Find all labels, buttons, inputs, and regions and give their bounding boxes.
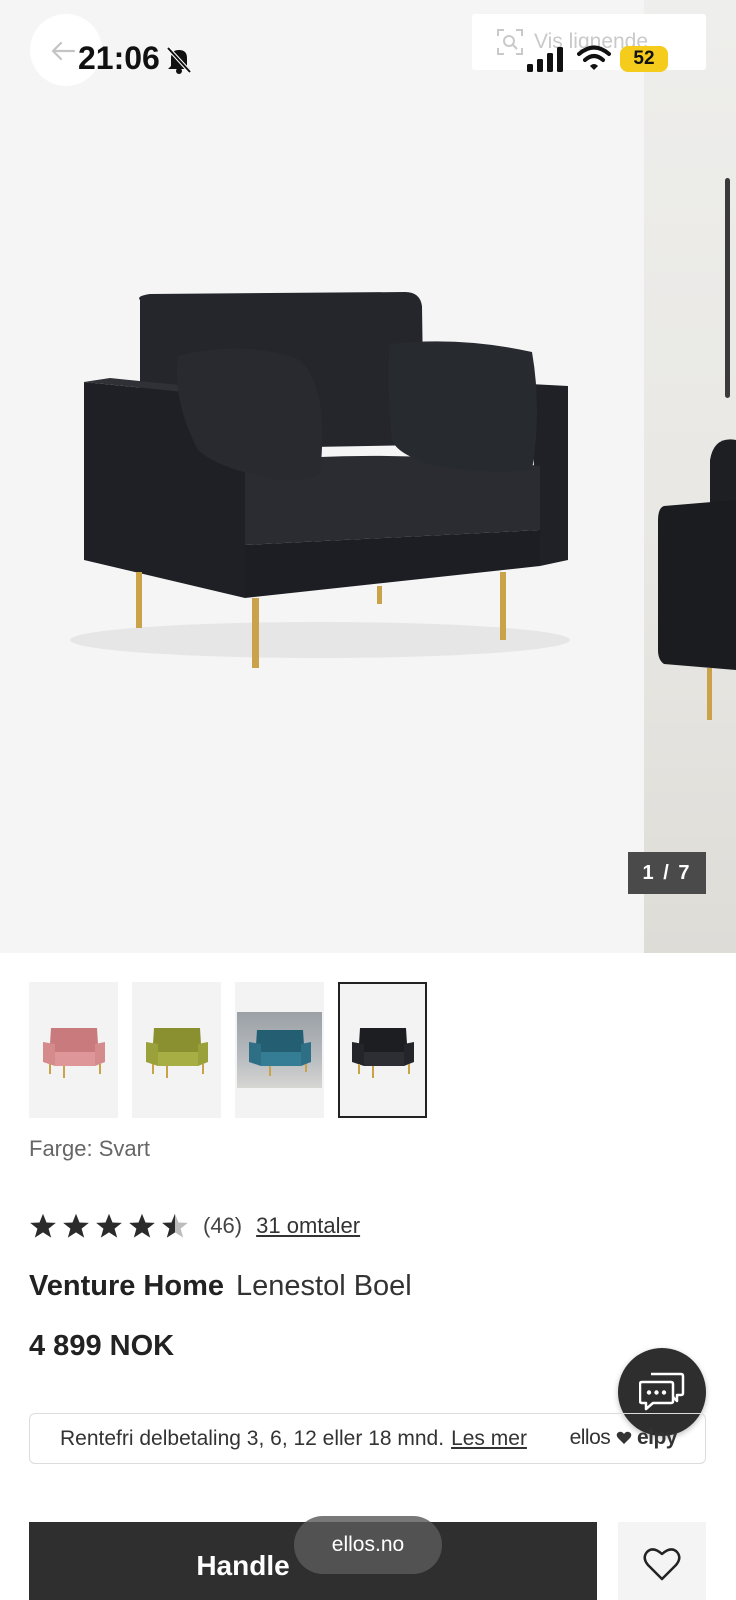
read-more-link[interactable]: Les mer — [451, 1427, 527, 1451]
next-image-peek[interactable] — [644, 0, 736, 953]
armchair-black-image — [351, 1028, 414, 1078]
product-image-main[interactable] — [0, 0, 644, 953]
finance-text: Rentefri delbetaling 3, 6, 12 eller 18 m… — [60, 1426, 445, 1450]
thumbnail-blue-scene — [237, 1012, 322, 1088]
selected-color-label: Farge: Svart — [29, 1136, 151, 1161]
armchair-pink-image — [42, 1028, 105, 1078]
image-counter: 1 / 7 — [628, 852, 706, 894]
thumbnail-black[interactable] — [338, 982, 427, 1118]
product-brand[interactable]: Venture Home — [29, 1270, 224, 1302]
heart-icon — [643, 1548, 681, 1581]
product-name: Lenestol Boel — [236, 1270, 412, 1302]
buy-button-label: Handle — [196, 1550, 290, 1581]
scroll-indicator — [725, 178, 730, 398]
star-half-icon — [162, 1213, 188, 1238]
thumbnail-green[interactable] — [132, 982, 221, 1118]
favorite-button[interactable] — [618, 1522, 706, 1600]
color-thumbnails — [29, 982, 427, 1118]
star-full-icon — [96, 1213, 122, 1238]
arrow-left-icon — [51, 41, 76, 61]
armchair-blue-image — [248, 1030, 311, 1076]
armchair-image — [70, 292, 570, 668]
ellos-elpy-logo: ellos elpy — [569, 1426, 678, 1449]
reviews-link[interactable]: 31 omtaler — [256, 1213, 360, 1239]
back-button[interactable] — [30, 14, 102, 86]
product-gallery[interactable]: 1 / 7 — [0, 0, 736, 953]
rating-count: (46) — [203, 1213, 243, 1238]
rating-row[interactable]: (46) 31 omtaler — [29, 1212, 360, 1240]
chat-bubbles-icon — [639, 1372, 685, 1411]
finance-banner[interactable]: Rentefri delbetaling 3, 6, 12 eller 18 m… — [29, 1413, 706, 1464]
star-full-icon — [129, 1213, 155, 1238]
rating-stars — [29, 1212, 189, 1240]
thumbnail-blue[interactable] — [235, 982, 324, 1118]
star-full-icon — [30, 1213, 56, 1238]
thumbnail-pink[interactable] — [29, 982, 118, 1118]
product-price: 4 899 NOK — [29, 1330, 175, 1362]
product-title: Venture Home Lenestol Boel — [29, 1270, 412, 1303]
armchair-green-image — [145, 1028, 208, 1078]
armchair-lifestyle-image — [658, 439, 736, 720]
browser-url-pill[interactable]: ellos.no — [294, 1516, 442, 1574]
star-full-icon — [63, 1213, 89, 1238]
heart-logo-icon — [616, 1431, 631, 1444]
